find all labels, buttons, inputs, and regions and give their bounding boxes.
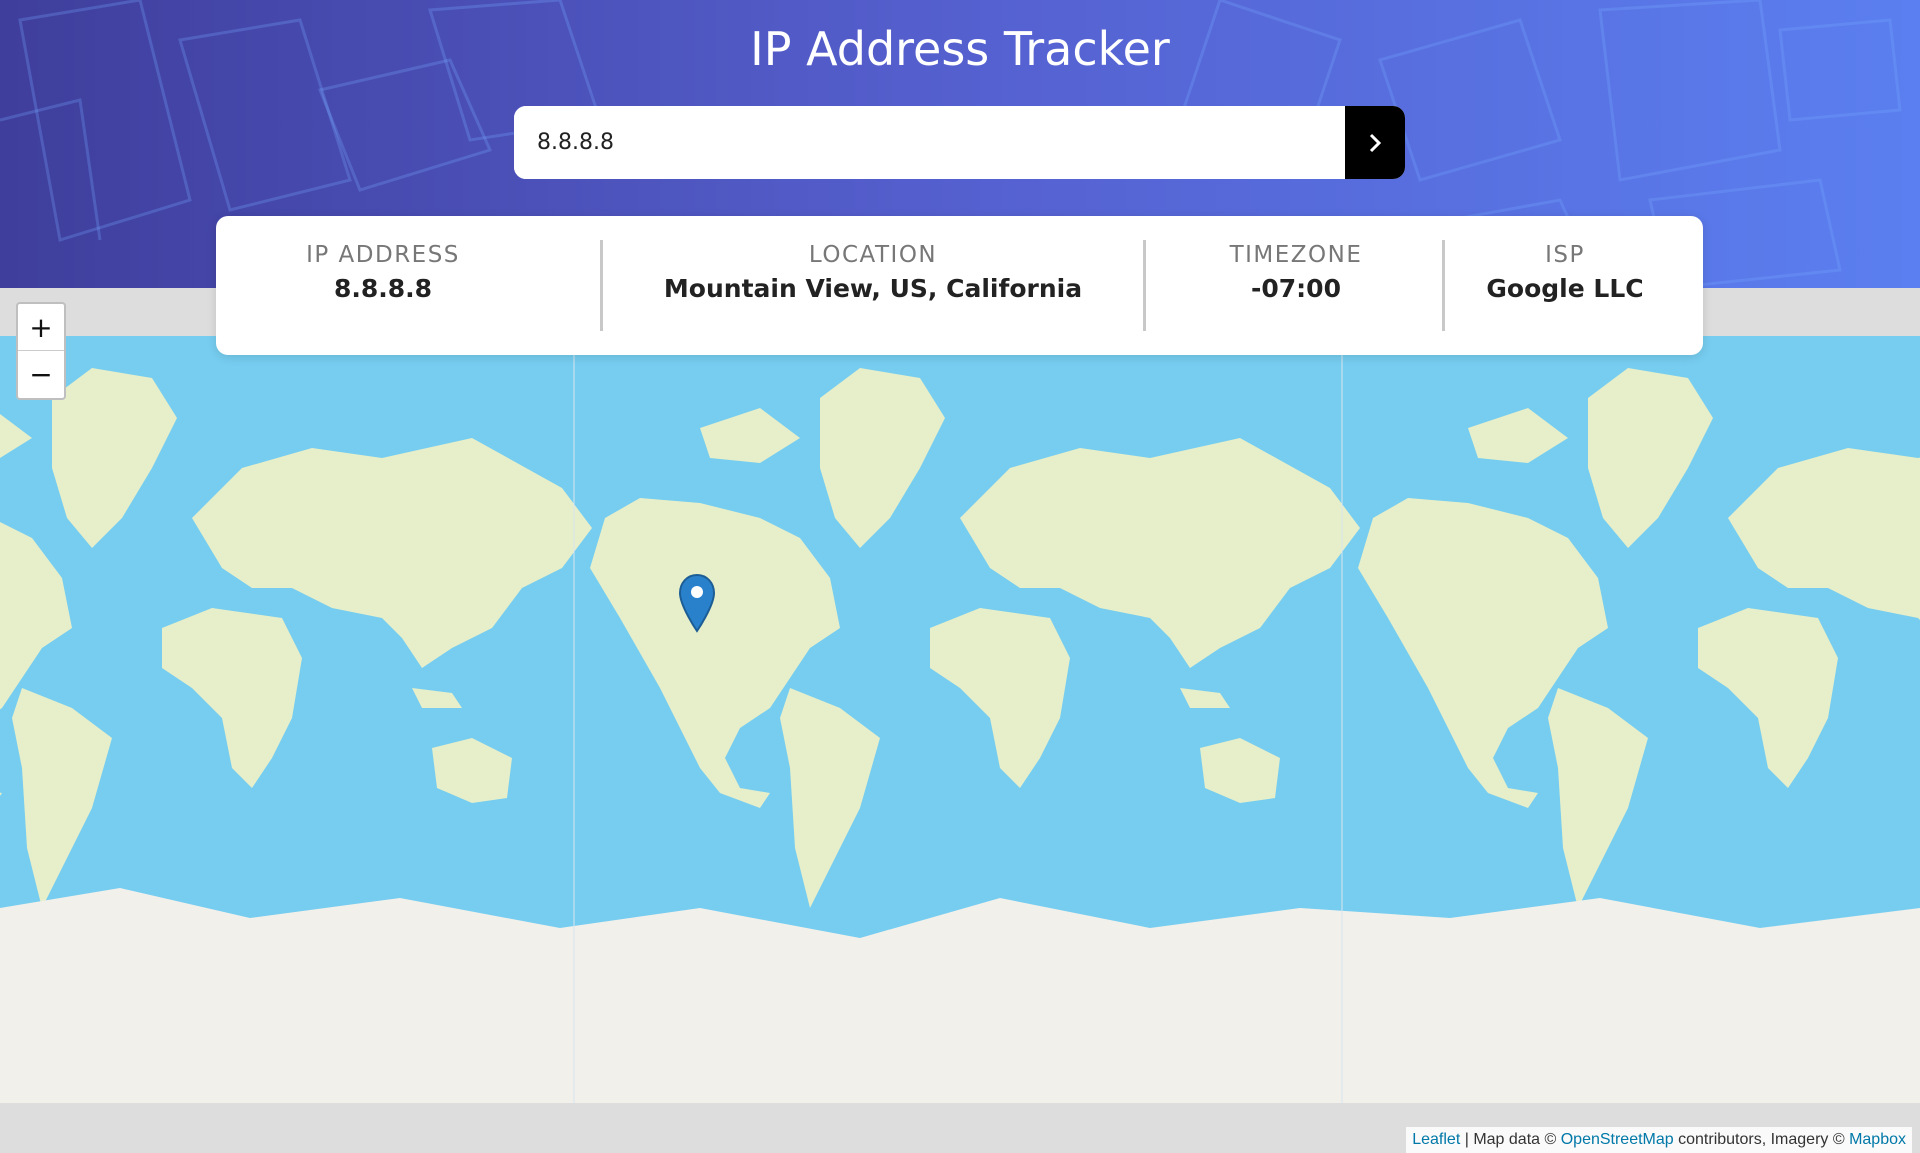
map-pin-icon[interactable] [678,573,716,633]
ip-label: IP ADDRESS [306,242,460,268]
zoom-control: + − [16,302,66,400]
location-label: LOCATION [808,242,938,268]
location-info: LOCATION Mountain View, US, California [603,216,1143,355]
timezone-label: TIMEZONE [1229,242,1363,268]
leaflet-link[interactable]: Leaflet [1412,1131,1460,1148]
mapbox-link[interactable]: Mapbox [1849,1131,1906,1148]
map-attribution: Leaflet | Map data © OpenStreetMap contr… [1406,1127,1912,1153]
isp-info: ISP Google LLC [1445,216,1685,355]
ip-value: 8.8.8.8 [333,274,433,303]
attribution-text: contributors, Imagery © [1673,1131,1850,1148]
info-card: IP ADDRESS 8.8.8.8 LOCATION Mountain Vie… [216,216,1703,355]
openstreetmap-link[interactable]: OpenStreetMap [1561,1131,1674,1148]
isp-label: ISP [1545,242,1585,268]
zoom-out-button[interactable]: − [18,350,64,397]
location-value: Mountain View, US, California [663,274,1083,303]
map-tiles [0,288,1920,1103]
timezone-info: TIMEZONE -07:00 [1146,216,1446,355]
page-title: IP Address Tracker [750,22,1170,76]
search-submit-button[interactable] [1345,106,1405,179]
zoom-in-button[interactable]: + [18,304,64,350]
world-map[interactable] [0,288,1920,1103]
search-bar [514,106,1405,179]
ip-search-input[interactable] [514,106,1345,179]
isp-value: Google LLC [1486,274,1644,303]
ip-info: IP ADDRESS 8.8.8.8 [216,216,550,355]
chevron-right-icon [1369,133,1382,152]
timezone-value: -07:00 [1251,274,1341,303]
attribution-text: | Map data © [1460,1131,1561,1148]
